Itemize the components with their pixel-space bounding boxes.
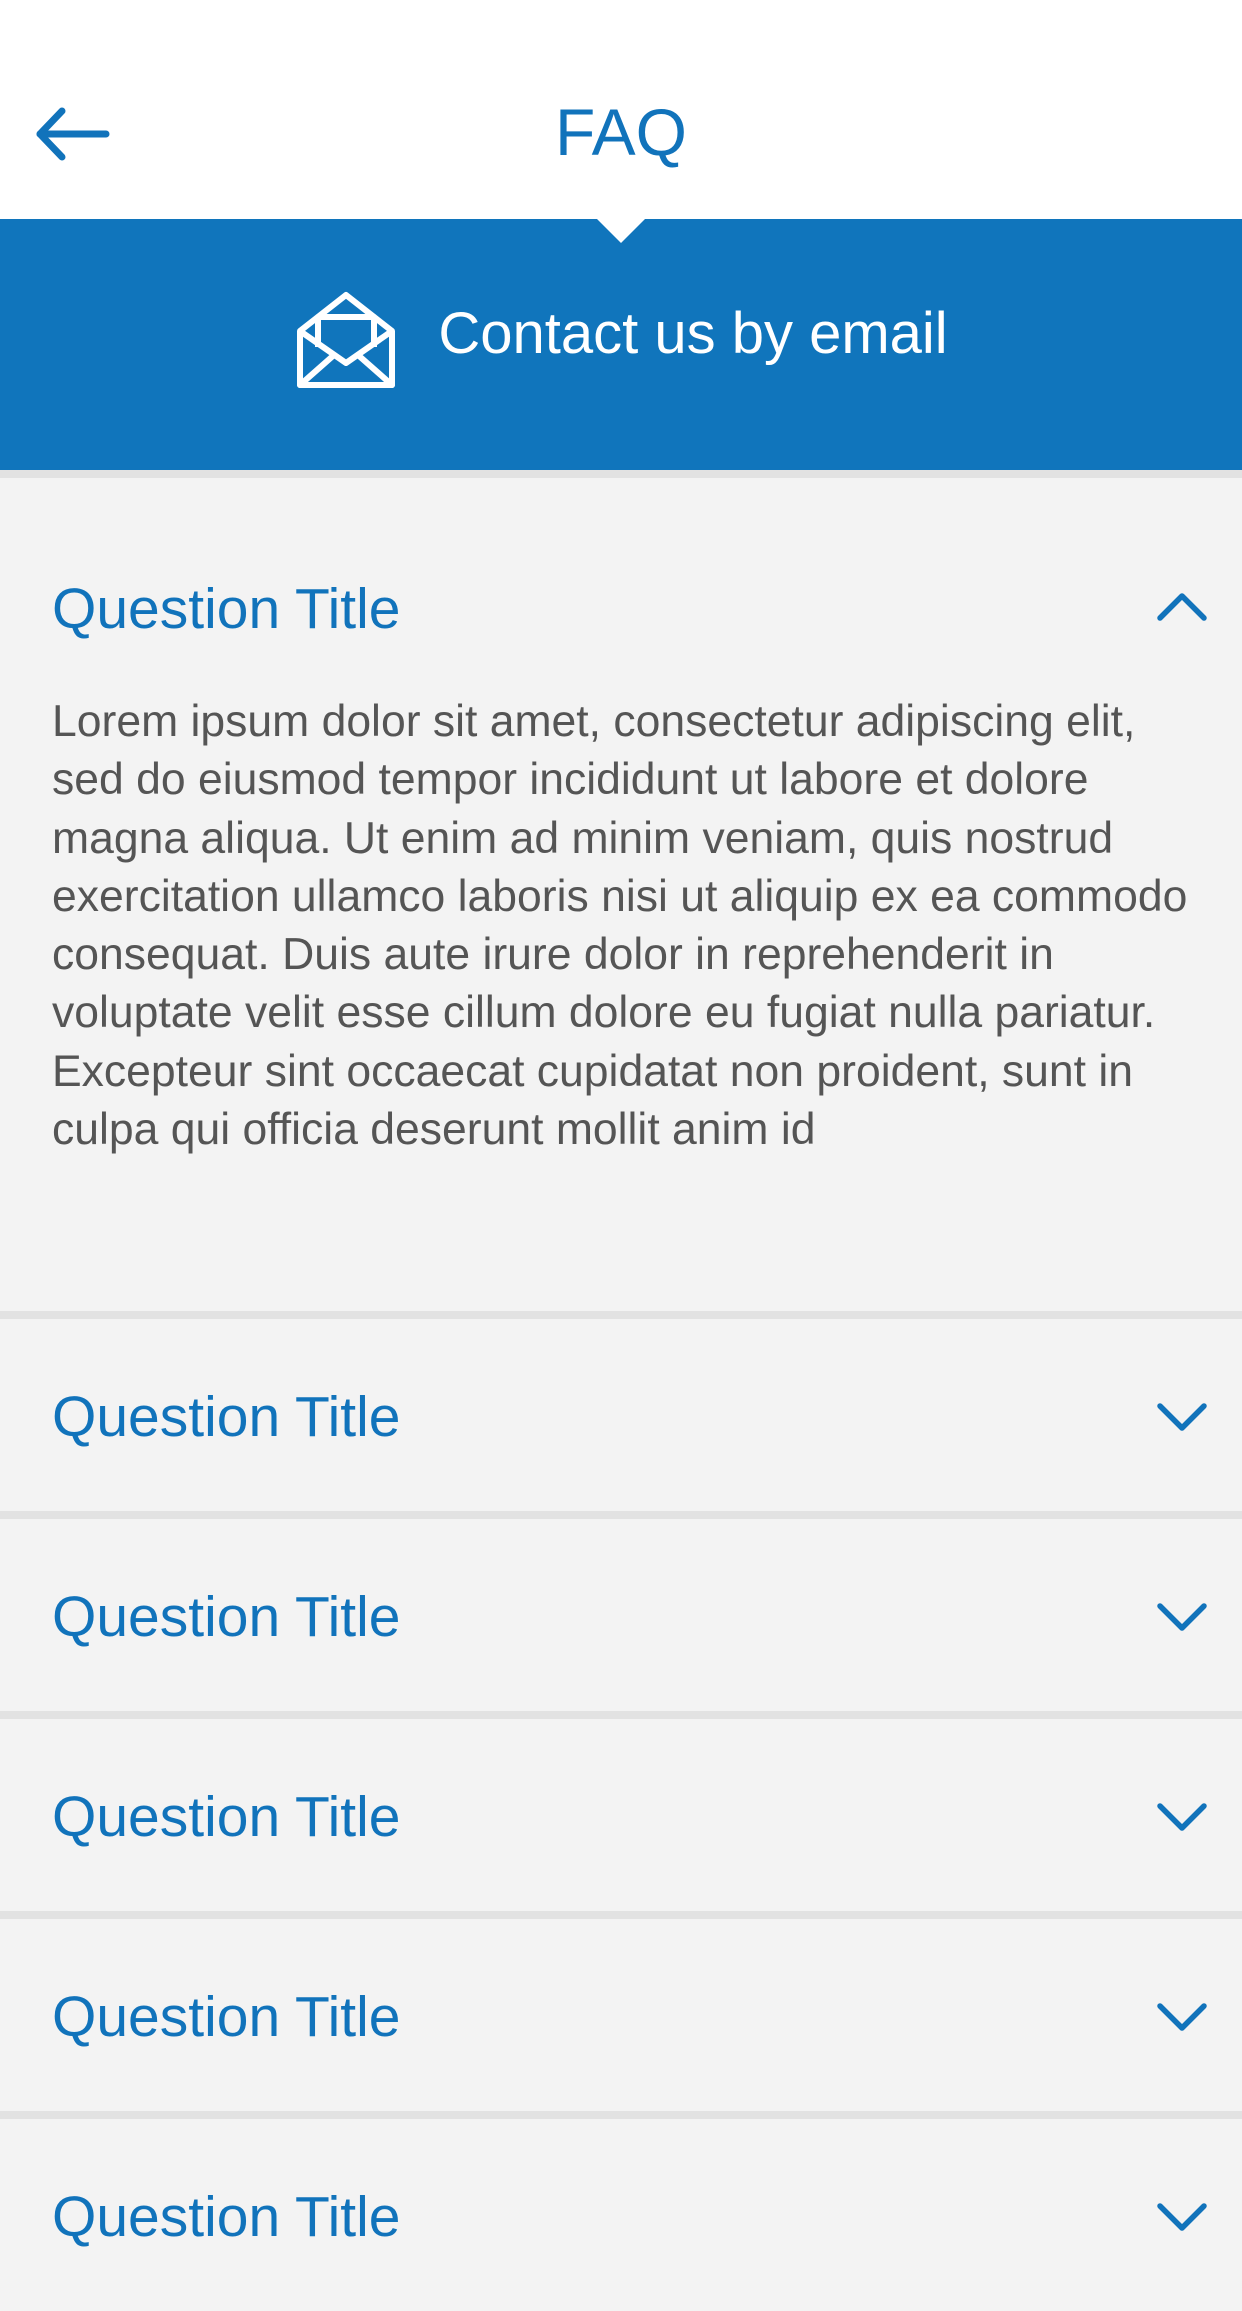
chevron-down-icon[interactable]	[1155, 2199, 1209, 2233]
faq-item-toggle[interactable]: Question Title	[0, 2119, 1242, 2311]
chevron-down-icon[interactable]	[1155, 1399, 1209, 1433]
faq-item: Question Title Lorem ipsum dolor sit ame…	[0, 470, 1242, 1311]
faq-item[interactable]: Question Title	[0, 2111, 1242, 2311]
faq-question-title: Question Title	[52, 1585, 401, 1649]
app-header: FAQ	[0, 0, 1242, 219]
chevron-down-icon[interactable]	[1155, 1599, 1209, 1633]
faq-item[interactable]: Question Title	[0, 1511, 1242, 1711]
faq-item[interactable]: Question Title	[0, 1311, 1242, 1511]
chevron-up-icon[interactable]	[1155, 589, 1209, 623]
contact-email-content: Contact us by email	[0, 219, 1242, 470]
page-title: FAQ	[554, 95, 688, 169]
faq-question-title: Question Title	[52, 1785, 401, 1849]
faq-item-toggle[interactable]: Question Title	[0, 1519, 1242, 1711]
faq-list: Question Title Lorem ipsum dolor sit ame…	[0, 470, 1242, 2311]
faq-item-toggle[interactable]: Question Title	[0, 1719, 1242, 1911]
faq-question-title: Question Title	[52, 1385, 401, 1449]
faq-item[interactable]: Question Title	[0, 1711, 1242, 1911]
faq-question-title: Question Title	[52, 1985, 401, 2049]
faq-item-toggle[interactable]: Question Title	[0, 1919, 1242, 2111]
contact-email-label: Contact us by email	[438, 300, 948, 366]
chevron-down-icon[interactable]	[1155, 1799, 1209, 1833]
faq-answer-text: Lorem ipsum dolor sit amet, consectetur …	[52, 697, 1188, 1155]
chevron-down-icon[interactable]	[1155, 1999, 1209, 2033]
faq-item-toggle[interactable]: Question Title	[0, 478, 1242, 670]
faq-item-toggle[interactable]: Question Title	[0, 1319, 1242, 1511]
faq-question-title: Question Title	[52, 2185, 401, 2249]
contact-email-button[interactable]: Contact us by email	[0, 219, 1242, 470]
open-envelope-icon	[294, 287, 398, 391]
faq-item[interactable]: Question Title	[0, 1911, 1242, 2111]
faq-question-title: Question Title	[52, 577, 401, 641]
